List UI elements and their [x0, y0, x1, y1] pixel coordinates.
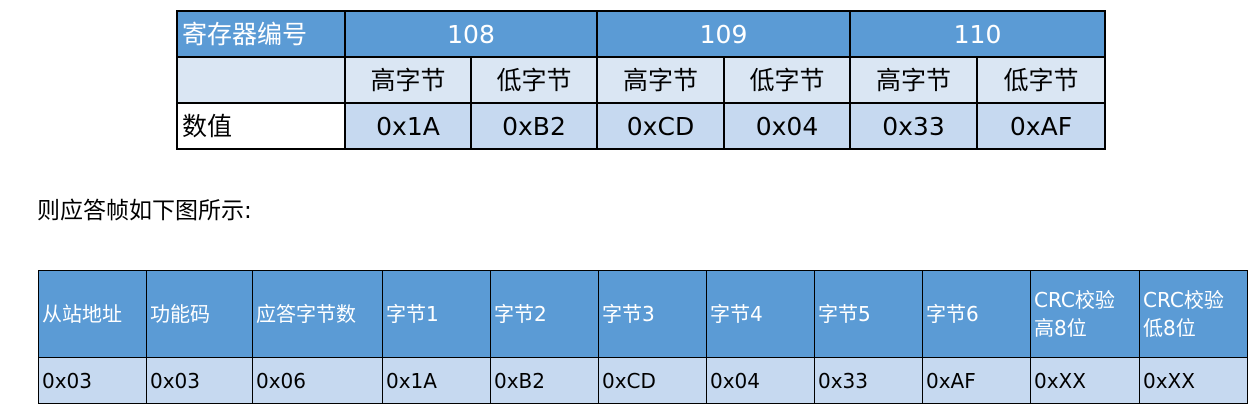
- value-row-label: 数值: [176, 102, 346, 150]
- byte-label-row: 高字节 低字节 高字节 低字节 高字节 低字节: [176, 56, 1106, 104]
- frame-value-cell: 0x04: [706, 357, 815, 404]
- byte-label-cell: 高字节: [849, 56, 978, 104]
- frame-header-cell: 字节6: [922, 270, 1031, 358]
- byte-label-cell: 低字节: [723, 56, 851, 104]
- value-row: 数值 0x1A 0xB2 0xCD 0x04 0x33 0xAF: [176, 102, 1106, 150]
- register-value-cell: 0xCD: [596, 102, 725, 150]
- frame-header-cell: 字节5: [814, 270, 923, 358]
- frame-value-cell: 0x06: [252, 357, 383, 404]
- register-value-cell: 0x33: [849, 102, 978, 150]
- frame-header-row: 从站地址 功能码 应答字节数 字节1 字节2 字节3 字节4 字节5 字节6 C…: [38, 270, 1248, 358]
- frame-header-cell: CRC校验 高8位: [1030, 270, 1140, 358]
- register-value-cell: 0xAF: [976, 102, 1106, 150]
- byte-label-cell: 低字节: [976, 56, 1106, 104]
- frame-header-cell: 字节1: [382, 270, 491, 358]
- byte-label-empty-cell: [176, 56, 346, 104]
- frame-value-cell: 0xXX: [1030, 357, 1140, 404]
- byte-label-cell: 高字节: [596, 56, 725, 104]
- frame-header-cell: CRC校验 低8位: [1139, 270, 1248, 358]
- register-110-header: 110: [849, 10, 1106, 58]
- frame-value-cell: 0x03: [38, 357, 147, 404]
- response-frame-caption: 则应答帧如下图所示:: [37, 198, 252, 224]
- register-table: 寄存器编号 108 109 110 高字节 低字节 高字节 低字节 高字节 低字…: [176, 10, 1106, 150]
- frame-value-cell: 0x1A: [382, 357, 491, 404]
- frame-header-cell: 从站地址: [38, 270, 147, 358]
- frame-header-cell: 应答字节数: [252, 270, 383, 358]
- byte-label-cell: 低字节: [470, 56, 598, 104]
- register-value-cell: 0x04: [723, 102, 851, 150]
- frame-value-cell: 0x03: [146, 357, 253, 404]
- register-109-header: 109: [596, 10, 851, 58]
- frame-header-cell: 字节3: [598, 270, 707, 358]
- frame-value-cell: 0xCD: [598, 357, 707, 404]
- frame-header-cell: 功能码: [146, 270, 253, 358]
- response-frame-table: 从站地址 功能码 应答字节数 字节1 字节2 字节3 字节4 字节5 字节6 C…: [38, 270, 1248, 404]
- frame-header-cell: 字节2: [490, 270, 599, 358]
- frame-value-cell: 0xAF: [922, 357, 1031, 404]
- register-label-header: 寄存器编号: [176, 10, 346, 58]
- frame-value-row: 0x03 0x03 0x06 0x1A 0xB2 0xCD 0x04 0x33 …: [38, 357, 1248, 404]
- register-108-header: 108: [344, 10, 598, 58]
- frame-header-cell: 字节4: [706, 270, 815, 358]
- register-value-cell: 0x1A: [344, 102, 472, 150]
- frame-value-cell: 0x33: [814, 357, 923, 404]
- frame-value-cell: 0xB2: [490, 357, 599, 404]
- byte-label-cell: 高字节: [344, 56, 472, 104]
- register-value-cell: 0xB2: [470, 102, 598, 150]
- register-header-row: 寄存器编号 108 109 110: [176, 10, 1106, 58]
- frame-value-cell: 0xXX: [1139, 357, 1248, 404]
